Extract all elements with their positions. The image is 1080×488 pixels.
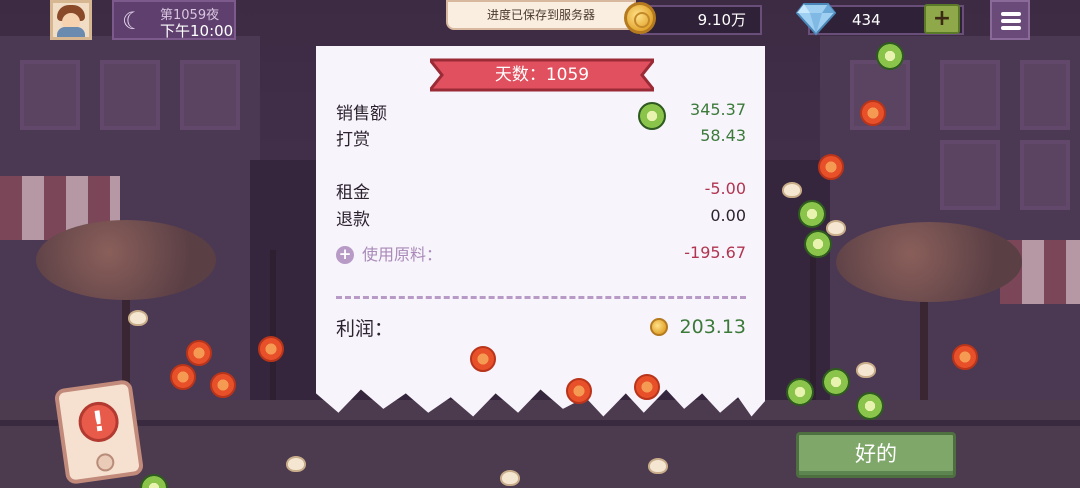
coin-balance: 9.10万 — [640, 5, 762, 35]
refund-label: 退款 — [336, 210, 370, 230]
refund-value: 0.00 — [710, 206, 746, 225]
window — [1020, 140, 1070, 210]
tomato-slice-icon — [210, 372, 236, 398]
clock-time: 下午10:00 — [160, 22, 234, 40]
plus-icon[interactable]: + — [336, 246, 354, 264]
pepper-slice-icon — [822, 368, 850, 396]
alert-dot — [95, 452, 116, 473]
pepper-slice-icon — [856, 392, 884, 420]
tomato-slice-icon — [952, 344, 978, 370]
menu-icon — [1001, 12, 1021, 16]
tips-value: 58.43 — [700, 126, 746, 145]
tomato-slice-icon — [186, 340, 212, 366]
alert-card[interactable]: ! — [53, 379, 145, 485]
tomato-slice-icon — [566, 378, 592, 404]
alert-icon: ! — [76, 399, 122, 445]
ok-button[interactable]: 好的 — [796, 432, 956, 478]
profit-label: 利润： — [336, 318, 394, 340]
ingredients-label[interactable]: 使用原料： — [362, 241, 442, 265]
window — [180, 60, 240, 130]
player-avatar[interactable] — [50, 0, 92, 40]
pepper-slice-icon — [786, 378, 814, 406]
window — [940, 140, 1000, 210]
day-time-panel: ☾ 第1059夜 下午10:00 — [112, 0, 236, 40]
rent-value: -5.00 — [704, 179, 746, 198]
pepper-slice-icon — [876, 42, 904, 70]
profit-value: 203.13 — [679, 316, 746, 338]
rent-label: 租金 — [336, 183, 370, 203]
curb — [0, 420, 1080, 426]
save-toast: 进度已保存到服务器 — [446, 0, 636, 30]
pepper-slice-icon — [804, 230, 832, 258]
receipt-divider — [336, 296, 746, 299]
day-banner: 天数：1059 — [430, 56, 654, 94]
sales-value: 345.37 — [690, 100, 746, 119]
menu-button[interactable] — [990, 0, 1030, 40]
street-lamp — [270, 250, 276, 400]
moon-icon: ☾ — [122, 7, 144, 35]
diamond-icon — [795, 0, 837, 36]
window — [1020, 60, 1070, 130]
garlic-clove-icon — [648, 458, 668, 474]
tips-label: 打赏 — [336, 130, 370, 150]
tomato-slice-icon — [258, 336, 284, 362]
tree — [36, 220, 216, 300]
tomato-slice-icon — [170, 364, 196, 390]
tomato-slice-icon — [818, 154, 844, 180]
garlic-clove-icon — [782, 182, 802, 198]
tree — [836, 222, 1022, 302]
tomato-slice-icon — [634, 374, 660, 400]
garlic-clove-icon — [500, 470, 520, 486]
ingredients-value: -195.67 — [684, 243, 746, 262]
pepper-slice-icon — [798, 200, 826, 228]
add-gems-button[interactable]: + — [924, 4, 960, 34]
window — [20, 60, 80, 130]
garlic-clove-icon — [856, 362, 876, 378]
tomato-slice-icon — [860, 100, 886, 126]
garlic-clove-icon — [128, 310, 148, 326]
garlic-clove-icon — [826, 220, 846, 236]
garlic-clove-icon — [286, 456, 306, 472]
window — [100, 60, 160, 130]
sales-label: 销售额 — [336, 104, 387, 124]
street-lamp — [810, 250, 816, 400]
tomato-slice-icon — [470, 346, 496, 372]
window — [940, 60, 1000, 130]
day-banner-text: 天数：1059 — [494, 65, 590, 85]
coin-icon — [624, 2, 656, 34]
